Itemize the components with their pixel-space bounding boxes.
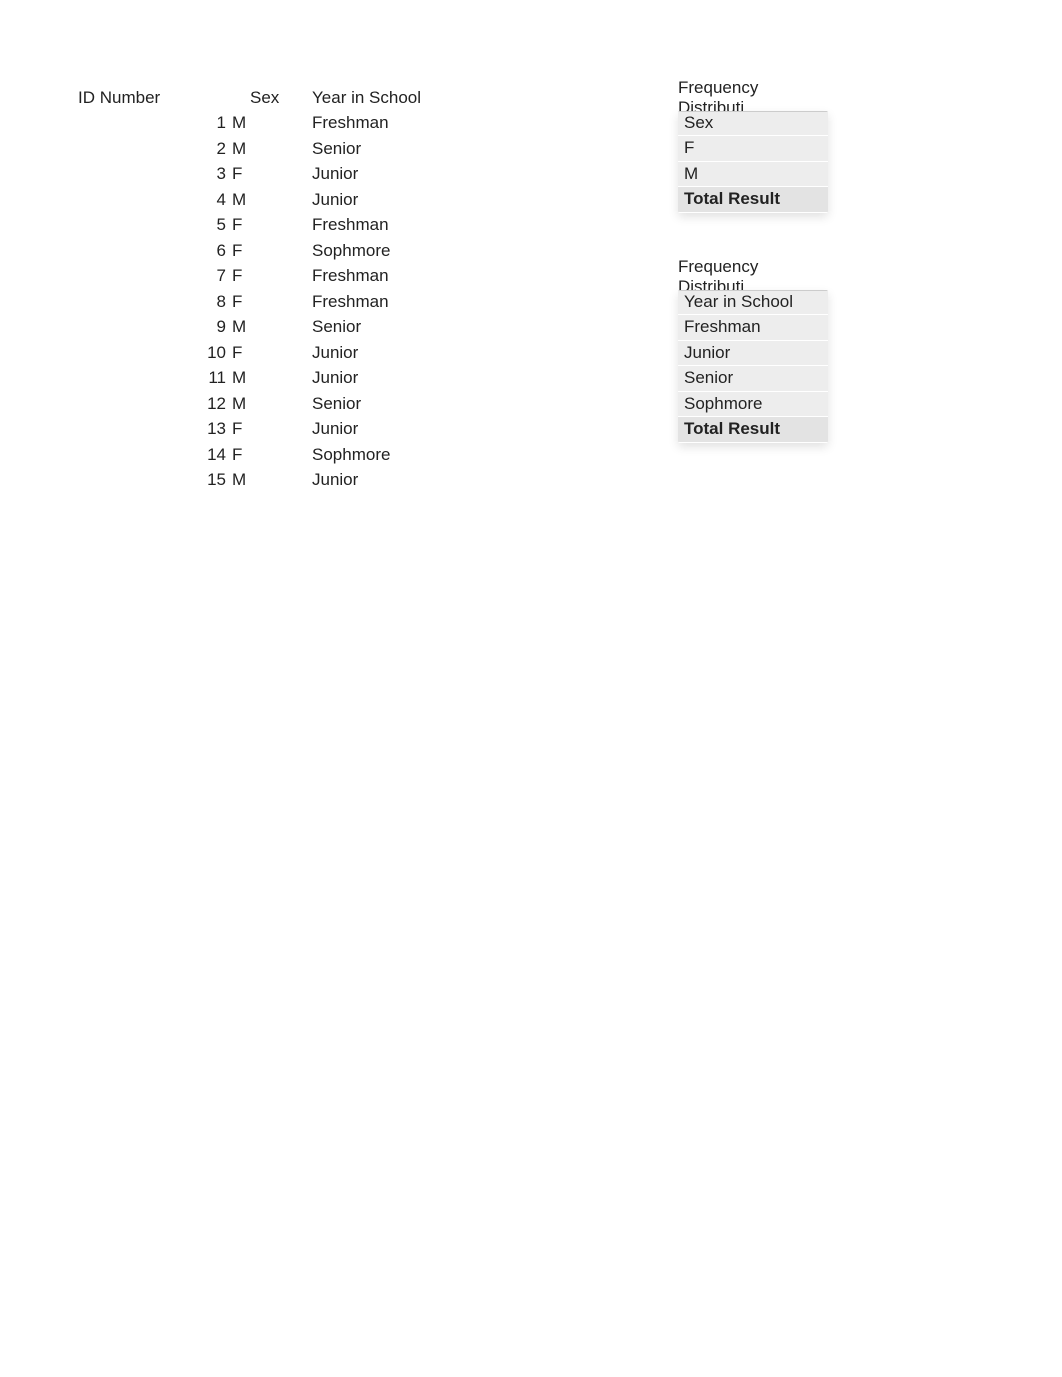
table-row: 9MSenior	[78, 315, 512, 341]
pivot-year-header: Year in School	[678, 290, 828, 316]
pivot-year-title: Frequency Distributi	[678, 264, 828, 290]
pivot-sex-title: Frequency Distributi	[678, 85, 828, 111]
cell-sex: M	[230, 394, 312, 414]
header-sex: Sex	[230, 88, 312, 108]
cell-sex: M	[230, 368, 312, 388]
cell-year: Junior	[312, 419, 512, 439]
cell-year: Freshman	[312, 113, 512, 133]
cell-id: 3	[78, 164, 230, 184]
cell-sex: F	[230, 215, 312, 235]
table-row: 6FSophmore	[78, 238, 512, 264]
cell-sex: F	[230, 292, 312, 312]
pivot-row: Junior	[678, 341, 828, 367]
cell-year: Junior	[312, 343, 512, 363]
cell-id: 9	[78, 317, 230, 337]
cell-id: 2	[78, 139, 230, 159]
table-row: 13FJunior	[78, 417, 512, 443]
cell-sex: M	[230, 190, 312, 210]
cell-year: Junior	[312, 470, 512, 490]
cell-year: Senior	[312, 139, 512, 159]
pivot-row: Senior	[678, 366, 828, 392]
cell-id: 10	[78, 343, 230, 363]
cell-sex: F	[230, 266, 312, 286]
pivot-year-total: Total Result	[678, 417, 828, 443]
cell-year: Freshman	[312, 292, 512, 312]
spreadsheet-page: ID Number Sex Year in School 1MFreshman2…	[0, 0, 1062, 85]
cell-year: Freshman	[312, 215, 512, 235]
student-data-table: ID Number Sex Year in School 1MFreshman2…	[78, 85, 512, 493]
cell-sex: M	[230, 139, 312, 159]
cell-sex: M	[230, 470, 312, 490]
table-row: 4MJunior	[78, 187, 512, 213]
table-row: 7FFreshman	[78, 264, 512, 290]
table-header-row: ID Number Sex Year in School	[78, 85, 512, 111]
cell-year: Senior	[312, 394, 512, 414]
cell-id: 8	[78, 292, 230, 312]
cell-year: Senior	[312, 317, 512, 337]
cell-id: 15	[78, 470, 230, 490]
cell-year: Sophmore	[312, 241, 512, 261]
cell-id: 7	[78, 266, 230, 286]
table-row: 11MJunior	[78, 366, 512, 392]
cell-id: 6	[78, 241, 230, 261]
cell-sex: M	[230, 317, 312, 337]
pivot-row: Freshman	[678, 315, 828, 341]
cell-sex: F	[230, 164, 312, 184]
table-row: 5FFreshman	[78, 213, 512, 239]
cell-id: 11	[78, 368, 230, 388]
cell-year: Junior	[312, 190, 512, 210]
cell-id: 4	[78, 190, 230, 210]
table-row: 14FSophmore	[78, 442, 512, 468]
table-row: 10FJunior	[78, 340, 512, 366]
header-year: Year in School	[312, 88, 512, 108]
cell-id: 5	[78, 215, 230, 235]
cell-id: 14	[78, 445, 230, 465]
table-row: 2MSenior	[78, 136, 512, 162]
table-row: 8FFreshman	[78, 289, 512, 315]
cell-id: 1	[78, 113, 230, 133]
cell-sex: M	[230, 113, 312, 133]
pivot-sex: Frequency Distributi Sex FM Total Result	[678, 85, 828, 213]
table-row: 3FJunior	[78, 162, 512, 188]
pivot-row: F	[678, 136, 828, 162]
cell-id: 12	[78, 394, 230, 414]
cell-id: 13	[78, 419, 230, 439]
pivot-sex-header: Sex	[678, 111, 828, 137]
cell-sex: F	[230, 241, 312, 261]
header-id: ID Number	[78, 88, 230, 108]
table-row: 12MSenior	[78, 391, 512, 417]
cell-sex: F	[230, 343, 312, 363]
cell-year: Freshman	[312, 266, 512, 286]
pivot-year: Frequency Distributi Year in School Fres…	[678, 264, 828, 443]
pivot-row: M	[678, 162, 828, 188]
table-row: 15MJunior	[78, 468, 512, 494]
pivot-sex-total: Total Result	[678, 187, 828, 213]
cell-sex: F	[230, 419, 312, 439]
table-row: 1MFreshman	[78, 111, 512, 137]
cell-year: Sophmore	[312, 445, 512, 465]
cell-sex: F	[230, 445, 312, 465]
cell-year: Junior	[312, 368, 512, 388]
cell-year: Junior	[312, 164, 512, 184]
pivot-row: Sophmore	[678, 392, 828, 418]
